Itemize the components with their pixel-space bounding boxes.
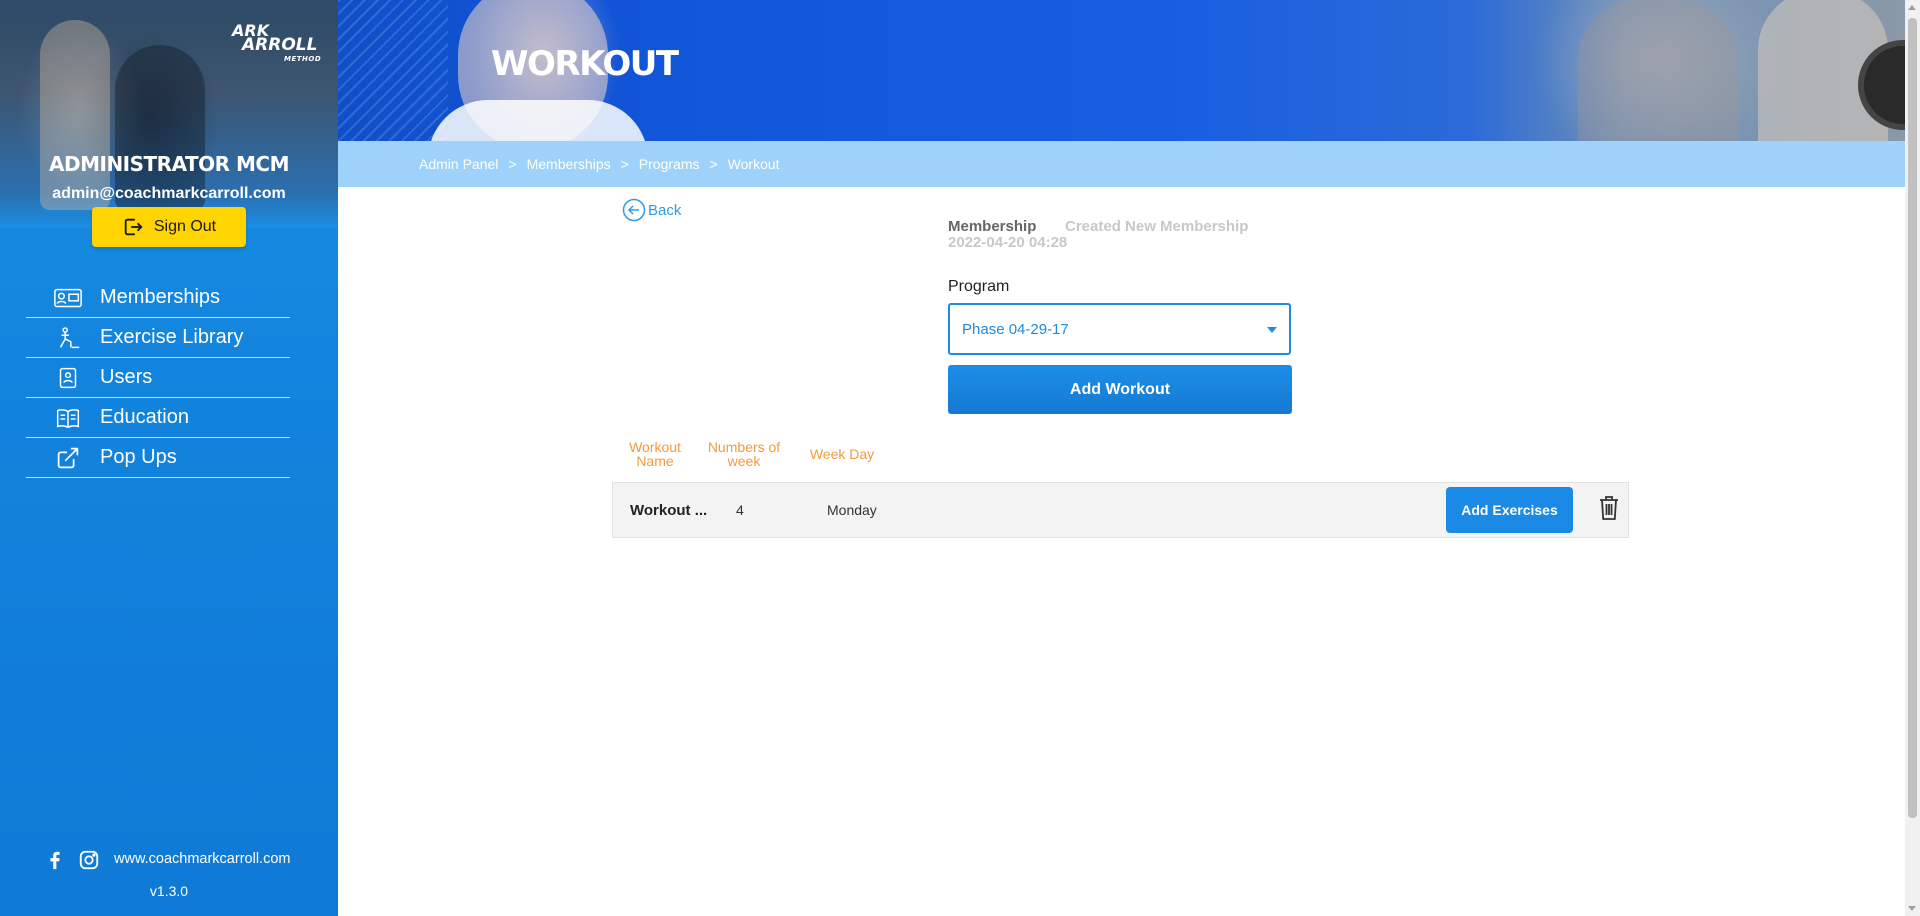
hero-athlete-figure xyxy=(40,20,110,210)
membership-date: 2022-04-20 04:28 xyxy=(948,234,1068,251)
logo-line-3: METHOD xyxy=(284,55,322,63)
breadcrumb-bar: Admin Panel > Memberships > Programs > W… xyxy=(338,141,1905,187)
breadcrumb: Admin Panel > Memberships > Programs > W… xyxy=(419,156,780,172)
page-title: WORKOUT xyxy=(491,44,679,84)
exercise-icon xyxy=(52,326,84,350)
column-header-week-day: Week Day xyxy=(809,446,875,462)
column-header-numbers-of-week: Numbers of week xyxy=(707,439,781,469)
breadcrumb-programs[interactable]: Programs xyxy=(639,156,700,172)
brand-logo: ARK ARROLL METHOD xyxy=(232,23,322,78)
banner-photo-man xyxy=(1578,0,1738,141)
sidebar-item-memberships[interactable]: Memberships xyxy=(26,278,290,318)
column-header-workout-name: Workout Name xyxy=(629,439,681,469)
page-banner: WORKOUT xyxy=(338,0,1905,141)
add-exercises-button[interactable]: Add Exercises xyxy=(1446,487,1573,533)
sidebar-item-pop-ups[interactable]: Pop Ups xyxy=(26,438,290,478)
scroll-up-arrow-icon[interactable] xyxy=(1908,5,1916,10)
chevron-down-icon xyxy=(1267,327,1277,333)
breadcrumb-separator: > xyxy=(508,156,517,172)
sidebar-item-users[interactable]: Users xyxy=(26,358,290,398)
facebook-icon[interactable] xyxy=(44,848,66,872)
back-button[interactable]: Back xyxy=(622,198,681,222)
week-day-cell: Monday xyxy=(827,502,877,518)
sidebar-item-label: Memberships xyxy=(100,286,221,308)
add-workout-button[interactable]: Add Workout xyxy=(948,365,1292,414)
membership-label: Membership xyxy=(948,218,1037,235)
breadcrumb-memberships[interactable]: Memberships xyxy=(527,156,611,172)
book-icon xyxy=(52,406,84,430)
sidebar-item-label: Pop Ups xyxy=(100,446,177,468)
page-scrollbar[interactable] xyxy=(1905,0,1920,916)
app-version: v1.3.0 xyxy=(149,883,189,899)
delete-button[interactable] xyxy=(1598,495,1620,521)
social-links xyxy=(44,848,100,872)
program-select[interactable]: Phase 04-29-17 xyxy=(948,303,1291,355)
sign-out-button[interactable]: Sign Out xyxy=(92,207,246,247)
sidebar-item-label: Exercise Library xyxy=(100,326,244,348)
sidebar-item-education[interactable]: Education xyxy=(26,398,290,438)
breadcrumb-workout: Workout xyxy=(727,156,780,172)
external-link-icon xyxy=(52,446,84,470)
membership-card-icon xyxy=(52,286,84,310)
trash-icon xyxy=(1600,496,1618,520)
banner-stripes xyxy=(338,0,448,141)
membership-name: Created New Membership xyxy=(1065,218,1249,235)
program-label: Program xyxy=(948,278,1010,295)
sign-out-label: Sign Out xyxy=(153,218,217,235)
users-icon xyxy=(52,366,84,390)
website-link[interactable]: www.coachmarkcarroll.com xyxy=(114,851,290,867)
admin-email: admin@coachmarkcarroll.com xyxy=(52,185,286,202)
table-row: Workout ... 4 Monday Add Exercises xyxy=(612,482,1629,538)
logo-line-2: ARROLL xyxy=(242,35,318,55)
instagram-icon[interactable] xyxy=(78,848,100,872)
breadcrumb-admin-panel[interactable]: Admin Panel xyxy=(419,156,498,172)
back-label: Back xyxy=(648,201,682,219)
program-selected-value: Phase 04-29-17 xyxy=(962,321,1069,338)
weeks-cell: 4 xyxy=(736,502,744,518)
sidebar-item-exercise-library[interactable]: Exercise Library xyxy=(26,318,290,358)
admin-name: ADMINISTRATOR MCM xyxy=(49,152,289,176)
sidebar-item-label: Users xyxy=(100,366,153,388)
workout-name-cell: Workout ... xyxy=(630,502,708,519)
breadcrumb-separator: > xyxy=(709,156,718,172)
sign-out-icon xyxy=(124,218,143,236)
scroll-down-arrow-icon[interactable] xyxy=(1908,906,1916,911)
banner-coach-shirt xyxy=(428,100,648,141)
breadcrumb-separator: > xyxy=(620,156,629,172)
scroll-thumb[interactable] xyxy=(1908,18,1917,818)
sidebar-item-label: Education xyxy=(100,406,189,428)
back-arrow-icon xyxy=(622,198,646,222)
sidebar-nav: Memberships Exercise Library Users Educa… xyxy=(26,278,290,478)
sidebar: ARK ARROLL METHOD ADMINISTRATOR MCM admi… xyxy=(0,0,338,916)
